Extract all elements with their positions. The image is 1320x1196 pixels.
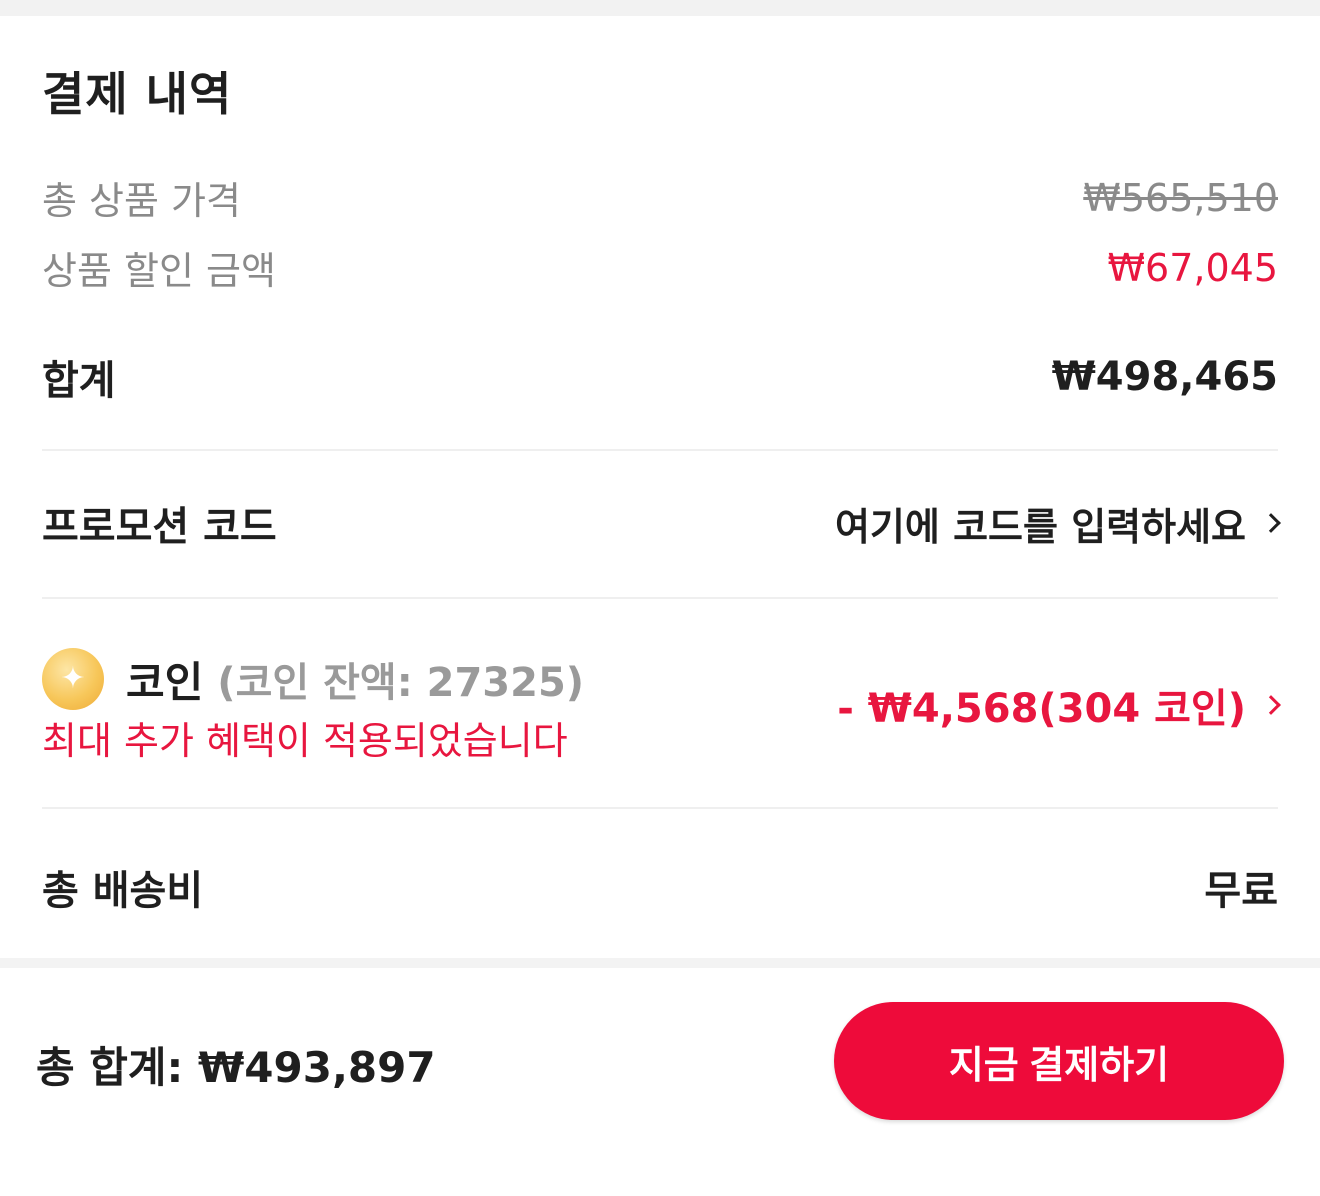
footer-separator: [0, 958, 1320, 968]
coin-label: 코인: [126, 657, 204, 707]
divider: [42, 597, 1278, 599]
subtotal-row: 합계 ₩498,465: [42, 348, 1278, 406]
subtotal-label: 합계: [42, 358, 116, 404]
shipping-row: 총 배송비 무료: [42, 858, 1278, 916]
shipping-label: 총 배송비: [42, 868, 204, 914]
coin-discount-value[interactable]: - ₩4,568(304 코인): [837, 676, 1281, 734]
top-separator: [0, 0, 1320, 16]
shipping-value: 무료: [1204, 868, 1278, 914]
promo-code-row[interactable]: 프로모션 코드 여기에 코드를 입력하세요: [42, 494, 1281, 552]
divider: [42, 449, 1278, 451]
grand-total: 총 합계: ₩493,897: [36, 1043, 436, 1092]
promo-code-placeholder: 여기에 코드를 입력하세요: [834, 504, 1246, 549]
discount-label: 상품 할인 금액: [42, 249, 276, 293]
section-title: 결제 내역: [42, 67, 233, 121]
discount-value: ₩67,045: [1107, 245, 1278, 290]
pay-now-button[interactable]: 지금 결제하기: [834, 1002, 1284, 1120]
coin-header: ✦ 코인 (코인 잔액: 27325): [42, 648, 584, 710]
chevron-right-icon: [1261, 695, 1281, 715]
divider: [42, 807, 1278, 809]
coin-icon: ✦: [42, 648, 104, 710]
promo-code-input[interactable]: 여기에 코드를 입력하세요: [834, 496, 1281, 551]
discount-row: 상품 할인 금액 ₩67,045: [42, 240, 1278, 295]
total-product-price-label: 총 상품 가격: [42, 179, 241, 223]
chevron-right-icon: [1261, 513, 1281, 533]
coin-discount-amount: - ₩4,568(304 코인): [837, 686, 1246, 732]
coin-benefit-note: 최대 추가 혜택이 적용되었습니다: [42, 719, 568, 763]
sparkle-icon: ✦: [60, 661, 86, 696]
coin-balance: (코인 잔액: 27325): [217, 660, 585, 706]
coin-row[interactable]: ✦ 코인 (코인 잔액: 27325) 최대 추가 혜택이 적용되었습니다 - …: [42, 640, 1281, 763]
subtotal-value: ₩498,465: [1051, 354, 1278, 400]
total-product-price-value: ₩565,510: [1083, 175, 1278, 220]
promo-code-label: 프로모션 코드: [42, 504, 277, 550]
total-product-price-row: 총 상품 가격 ₩565,510: [42, 170, 1278, 225]
